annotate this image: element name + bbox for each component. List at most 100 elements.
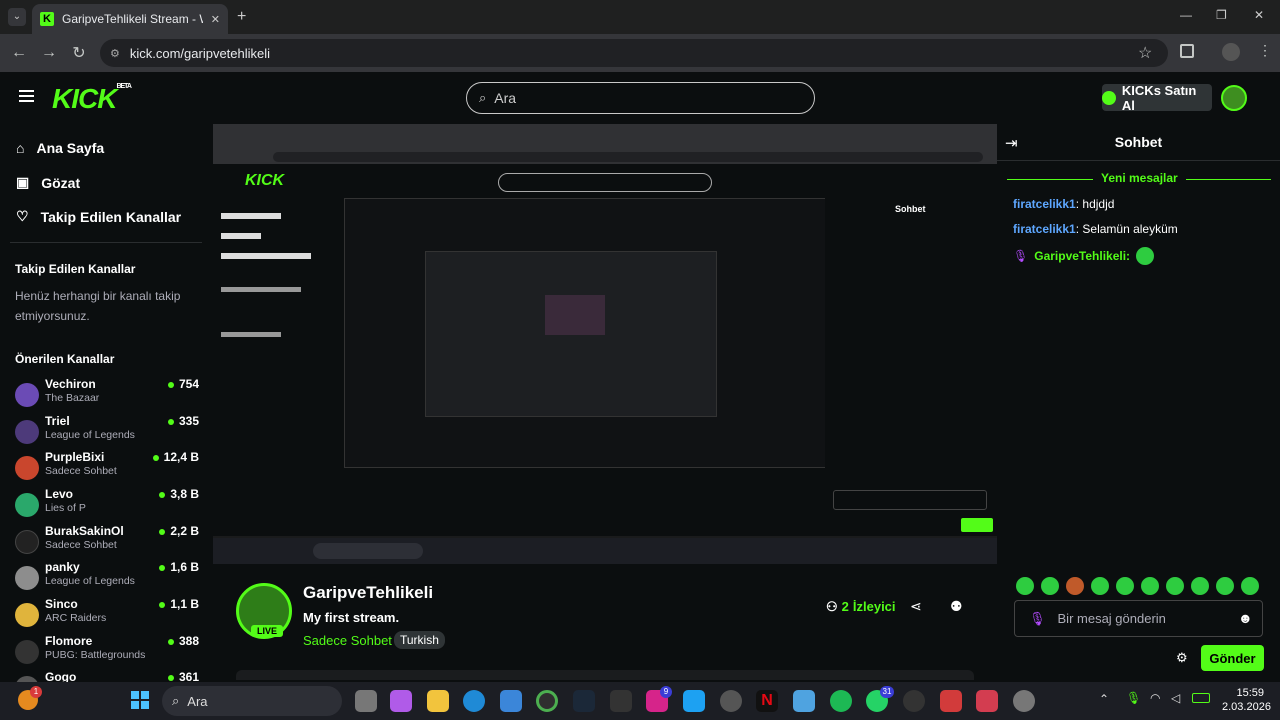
browser-tab[interactable]: K GaripveTehlikeli Stream - Watch ✕ bbox=[32, 4, 228, 34]
settings-gear-icon[interactable] bbox=[1013, 690, 1035, 712]
kick-logo[interactable]: KICKBETA bbox=[52, 83, 132, 115]
nav-home[interactable]: ⌂ Ana Sayfa bbox=[16, 140, 104, 156]
volume-icon[interactable]: ◁ bbox=[1171, 691, 1180, 705]
nav-browse[interactable]: ▣ Gözat bbox=[16, 174, 80, 191]
share-icon[interactable]: ⋖ bbox=[910, 598, 922, 615]
forward-arrow-icon[interactable]: → bbox=[34, 44, 64, 62]
taskbar-clock[interactable]: 15:59 2.03.2026 bbox=[1222, 686, 1271, 714]
cloud-icon[interactable] bbox=[793, 690, 815, 712]
mic-tray-icon[interactable]: 🎙 bbox=[1126, 691, 1141, 705]
tab-search-button[interactable]: ⌄ bbox=[8, 8, 26, 26]
channel-name[interactable]: GaripveTehlikeli bbox=[303, 583, 433, 603]
maximize-button[interactable]: ❐ bbox=[1216, 8, 1227, 22]
search-placeholder: Ara bbox=[494, 90, 517, 106]
chrome-icon[interactable] bbox=[536, 690, 558, 712]
netflix-icon[interactable]: N bbox=[756, 690, 778, 712]
emote-icon[interactable] bbox=[1191, 577, 1209, 595]
copilot-icon[interactable] bbox=[390, 690, 412, 712]
send-button[interactable]: Gönder bbox=[1201, 645, 1264, 671]
app-icon[interactable] bbox=[903, 690, 925, 712]
avatar bbox=[15, 420, 39, 444]
emoji-picker-icon[interactable]: ☻ bbox=[1238, 610, 1253, 626]
browse-icon: ▣ bbox=[16, 174, 30, 190]
new-tab-button[interactable]: + bbox=[237, 8, 246, 26]
kicks-coin-icon bbox=[1102, 90, 1116, 105]
reload-icon[interactable]: ↻ bbox=[64, 43, 94, 63]
bookmark-star-icon[interactable]: ☆ bbox=[1138, 43, 1152, 63]
site-info-icon[interactable]: ⚙ bbox=[110, 47, 120, 60]
emote-icon[interactable] bbox=[1041, 577, 1059, 595]
spotify-icon[interactable] bbox=[830, 690, 852, 712]
app-icon[interactable] bbox=[940, 690, 962, 712]
heart-icon: ♡ bbox=[16, 208, 29, 224]
epic-games-icon[interactable] bbox=[610, 690, 632, 712]
browser-menu-icon[interactable]: ⋮ bbox=[1258, 42, 1272, 59]
chat-settings-gear-icon[interactable]: ⚙ bbox=[1176, 650, 1188, 666]
emote-icon[interactable] bbox=[1091, 577, 1109, 595]
language-tag[interactable]: Turkish bbox=[394, 631, 445, 649]
stream-title: My first stream. bbox=[303, 610, 400, 625]
video-player[interactable]: KICK Sohbet bbox=[213, 124, 997, 564]
channel-item[interactable]: BurakSakinOl Sadece Sohbet 2,2 B bbox=[15, 524, 201, 558]
whatsapp-badge: 31 bbox=[880, 686, 894, 698]
channel-item[interactable]: Flomore PUBG: Battlegrounds 388 bbox=[15, 634, 201, 668]
task-view-icon[interactable] bbox=[355, 690, 377, 712]
taskbar-search[interactable]: ⌕ Ara bbox=[162, 686, 342, 716]
chatgpt-icon[interactable] bbox=[720, 690, 742, 712]
viewers-icon: ⚇ bbox=[826, 599, 838, 614]
steam-icon[interactable] bbox=[573, 690, 595, 712]
wifi-icon[interactable]: ◠ bbox=[1150, 691, 1160, 705]
hamburger-menu-icon[interactable] bbox=[19, 90, 34, 102]
mic-icon: 🎙 bbox=[1029, 610, 1046, 626]
sidebar-divider bbox=[10, 242, 202, 243]
file-explorer-icon[interactable] bbox=[427, 690, 449, 712]
about-panel-edge bbox=[236, 670, 974, 680]
channel-item[interactable]: Triel League of Legends 335 bbox=[15, 414, 201, 448]
chat-message-input[interactable]: 🎙 Bir mesaj gönderin bbox=[1014, 600, 1263, 637]
emote-icon[interactable] bbox=[1016, 577, 1034, 595]
emote-icon[interactable] bbox=[1141, 577, 1159, 595]
emote-icon[interactable] bbox=[1166, 577, 1184, 595]
windows-start-icon[interactable] bbox=[131, 691, 149, 709]
emote-icon[interactable] bbox=[1066, 577, 1084, 595]
app-icon[interactable] bbox=[976, 690, 998, 712]
edge-icon[interactable] bbox=[463, 690, 485, 712]
following-section-title: Takip Edilen Kanallar bbox=[15, 262, 136, 276]
sidebar: ⌂ Ana Sayfa ▣ Gözat ♡ Takip Edilen Kanallar… bbox=[0, 124, 212, 682]
user-avatar[interactable] bbox=[1221, 85, 1247, 111]
emote-icon bbox=[1136, 247, 1155, 265]
captured-kick-logo: KICK bbox=[245, 172, 285, 189]
captured-chat: Sohbet bbox=[825, 198, 997, 532]
search-input[interactable]: ⌕ Ara bbox=[466, 82, 815, 114]
extensions-icon[interactable] bbox=[1180, 44, 1194, 58]
battery-icon[interactable] bbox=[1192, 693, 1210, 703]
stream-category-link[interactable]: Sadece Sohbet bbox=[303, 633, 392, 648]
close-window-button[interactable]: ✕ bbox=[1254, 8, 1264, 22]
emote-icon[interactable] bbox=[1116, 577, 1134, 595]
channel-item[interactable]: Gogo 361 bbox=[15, 670, 201, 682]
minimize-button[interactable]: — bbox=[1180, 8, 1192, 22]
store-icon[interactable] bbox=[500, 690, 522, 712]
twitter-icon[interactable] bbox=[683, 690, 705, 712]
emote-icon[interactable] bbox=[1241, 577, 1259, 595]
captured-taskbar bbox=[213, 538, 997, 564]
emote-icon[interactable] bbox=[1216, 577, 1234, 595]
chat-panel: ⇥ Sohbet Yeni mesajlar firatcelikk1: hdj… bbox=[997, 124, 1280, 682]
back-arrow-icon[interactable]: ← bbox=[4, 44, 34, 62]
follow-user-icon[interactable]: ⚉ bbox=[950, 598, 963, 615]
tab-title: GaripveTehlikeli Stream - Watch bbox=[62, 12, 203, 26]
address-bar[interactable]: ⚙ kick.com/garipvetehlikeli bbox=[100, 39, 1168, 67]
channel-item[interactable]: Vechiron The Bazaar 754 bbox=[15, 377, 201, 411]
nav-following[interactable]: ♡ Takip Edilen Kanallar bbox=[16, 208, 181, 225]
profile-avatar-icon[interactable] bbox=[1222, 43, 1240, 61]
channel-item[interactable]: Levo Lies of P 3,8 B bbox=[15, 487, 201, 521]
chevron-up-icon[interactable]: ⌃ bbox=[1099, 692, 1109, 706]
viewer-count: ⚇ 2 İzleyici bbox=[826, 599, 896, 614]
channel-item[interactable]: Sinco ARC Raiders 1,1 B bbox=[15, 597, 201, 631]
buy-kicks-button[interactable]: KICKs Satın Al bbox=[1102, 83, 1212, 113]
tab-close-icon[interactable]: ✕ bbox=[211, 13, 220, 26]
chat-divider bbox=[997, 160, 1280, 161]
search-icon: ⌕ bbox=[479, 90, 487, 105]
channel-item[interactable]: PurpleBixi Sadece Sohbet 12,4 B bbox=[15, 450, 201, 484]
channel-item[interactable]: panky League of Legends 1,6 B bbox=[15, 560, 201, 594]
